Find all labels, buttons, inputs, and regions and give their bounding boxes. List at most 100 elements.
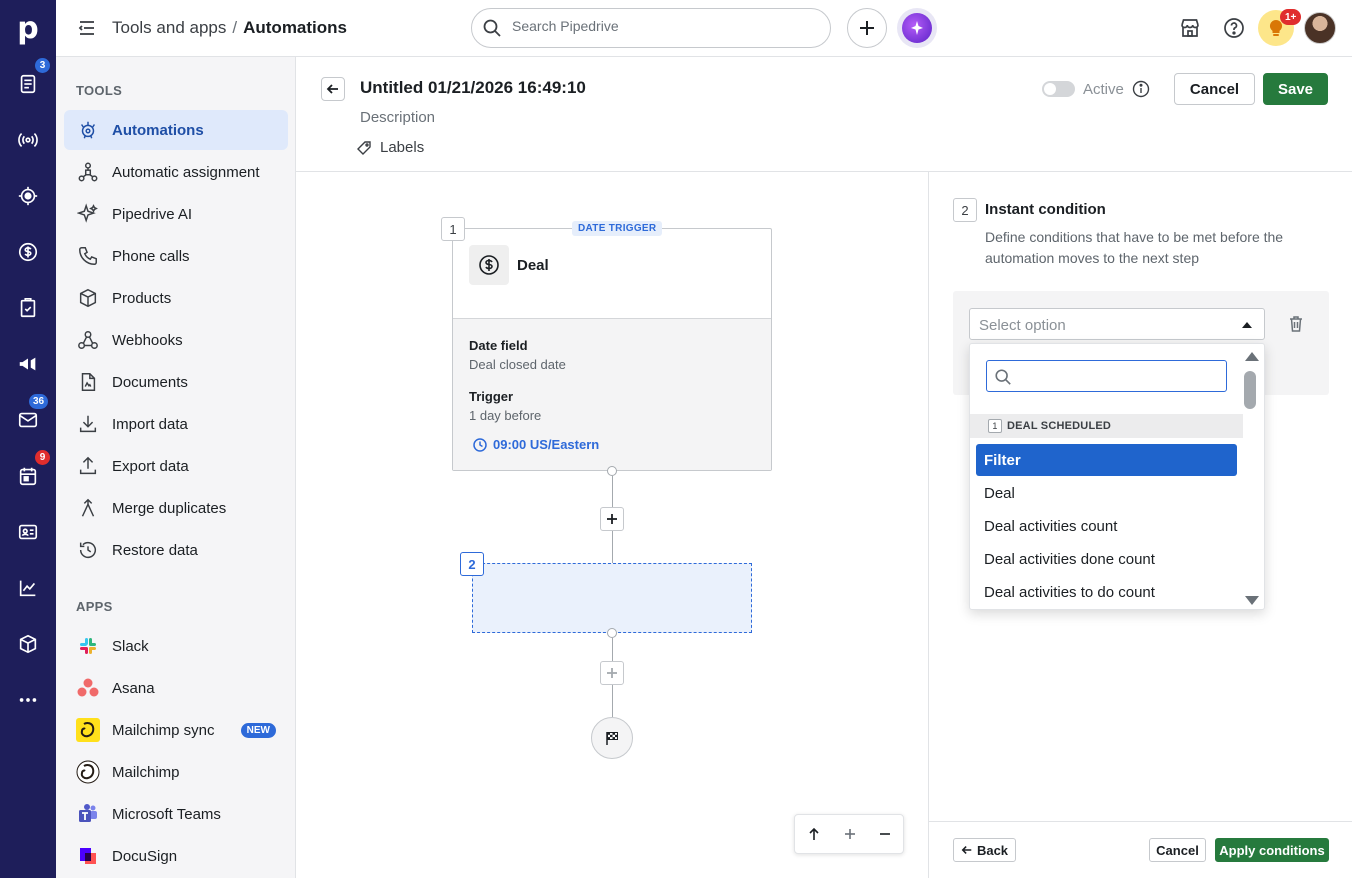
ai-sparkle-icon: [902, 13, 932, 43]
active-toggle[interactable]: [1042, 81, 1075, 97]
sidebar-item-asana[interactable]: Asana: [64, 668, 288, 708]
sidebar-item-label: Export data: [112, 457, 189, 475]
sidebar-item-webhooks[interactable]: Webhooks: [64, 320, 288, 360]
add-step-button[interactable]: [600, 507, 624, 531]
sidebar-item-label: Microsoft Teams: [112, 805, 221, 823]
group-label: DEAL SCHEDULED: [1007, 420, 1112, 432]
mail-badge: 36: [29, 394, 49, 409]
breadcrumb: Tools and apps / Automations: [112, 18, 347, 38]
dropdown-option[interactable]: Filter: [976, 444, 1237, 476]
dropdown-option[interactable]: Deal activities done count: [976, 543, 1237, 575]
quick-add-button[interactable]: [847, 8, 887, 48]
scroll-down-icon[interactable]: [1245, 596, 1259, 605]
sidebar-item-pipedrive-ai[interactable]: Pipedrive AI: [64, 194, 288, 234]
caret-up-icon: [1242, 322, 1252, 328]
sidebar-item-label: Automations: [112, 121, 204, 139]
help-icon[interactable]: [1222, 16, 1246, 40]
sidebar-item-products[interactable]: Products: [64, 278, 288, 318]
zoom-in-icon[interactable]: [844, 828, 856, 840]
marketplace-icon[interactable]: [1178, 16, 1202, 40]
trigger-details: Date field Deal closed date Trigger 1 da…: [453, 318, 771, 470]
apply-conditions-button[interactable]: Apply conditions: [1215, 838, 1329, 862]
automation-description[interactable]: Description: [360, 109, 435, 126]
dropdown-search-input[interactable]: [986, 360, 1227, 392]
date-trigger-badge: DATE TRIGGER: [572, 221, 663, 236]
ai-sparkle-icon: [76, 202, 100, 226]
sidebar-item-label: Merge duplicates: [112, 499, 227, 517]
sidebar-item-automations[interactable]: Automations: [64, 110, 288, 150]
labels-button[interactable]: Labels: [356, 139, 424, 156]
more-icon[interactable]: [0, 672, 56, 728]
dropdown-option[interactable]: Deal: [976, 477, 1237, 509]
panel-description: Define conditions that have to be met be…: [985, 229, 1284, 266]
breadcrumb-parent[interactable]: Tools and apps: [112, 18, 226, 37]
deals-icon[interactable]: [0, 224, 56, 280]
contacts-icon[interactable]: [0, 504, 56, 560]
automation-canvas[interactable]: DATE TRIGGER Deal Date field Deal closed…: [296, 172, 928, 878]
tasks-icon[interactable]: [0, 280, 56, 336]
panel-cancel-button[interactable]: Cancel: [1149, 838, 1206, 862]
search-icon: [483, 19, 501, 37]
global-search[interactable]: [471, 8, 831, 48]
sidebar-item-microsoft-teams[interactable]: Microsoft Teams: [64, 794, 288, 834]
zoom-out-icon[interactable]: [879, 828, 891, 840]
collapse-menu-icon[interactable]: [78, 18, 98, 38]
sidebar-item-mailchimp-sync[interactable]: Mailchimp sync NEW: [64, 710, 288, 750]
save-button[interactable]: Save: [1263, 73, 1328, 105]
condition-node-placeholder[interactable]: [472, 563, 752, 633]
sidebar-item-automatic-assignment[interactable]: Automatic assignment: [64, 152, 288, 192]
plus-icon: [607, 668, 617, 678]
pipedrive-logo[interactable]: p: [0, 6, 56, 50]
restore-icon: [76, 538, 100, 562]
sidebar-item-mailchimp[interactable]: Mailchimp: [64, 752, 288, 792]
condition-select[interactable]: Select option: [969, 308, 1265, 340]
sidebar-item-label: Asana: [112, 679, 155, 697]
target-icon[interactable]: [0, 168, 56, 224]
add-step-button[interactable]: [600, 661, 624, 685]
tips-badge: 1+: [1280, 9, 1302, 25]
sidebar-item-export-data[interactable]: Export data: [64, 446, 288, 486]
sidebar-item-label: Restore data: [112, 541, 198, 559]
sidebar-item-slack[interactable]: Slack: [64, 626, 288, 666]
calendar-badge: 9: [35, 450, 50, 465]
campaigns-icon[interactable]: [0, 336, 56, 392]
sidebar-item-import-data[interactable]: Import data: [64, 404, 288, 444]
broadcast-icon[interactable]: [0, 112, 56, 168]
scroll-up-icon[interactable]: [1245, 352, 1259, 361]
mailchimp-icon: [76, 760, 100, 784]
dropdown-scrollbar[interactable]: [1242, 344, 1264, 609]
webhooks-icon: [76, 328, 100, 352]
step-number-1: 1: [441, 217, 465, 241]
cancel-button[interactable]: Cancel: [1174, 73, 1255, 105]
dropdown-option[interactable]: Deal activities to do count: [976, 576, 1237, 608]
connector-dot: [607, 628, 617, 638]
top-bar: Tools and apps / Automations 1+: [56, 0, 1352, 57]
end-node: [591, 717, 633, 759]
trash-icon[interactable]: [1286, 314, 1306, 334]
scroll-thumb[interactable]: [1244, 371, 1256, 409]
sidebar-item-label: Pipedrive AI: [112, 205, 193, 223]
trigger-node[interactable]: DATE TRIGGER Deal Date field Deal closed…: [452, 221, 772, 471]
back-button[interactable]: [321, 77, 345, 101]
finish-flag-icon: [606, 732, 618, 745]
connector-line: [612, 531, 613, 563]
insights-icon[interactable]: [0, 560, 56, 616]
sidebar-item-phone-calls[interactable]: Phone calls: [64, 236, 288, 276]
automation-header: Untitled 01/21/2026 16:49:10 Description…: [296, 57, 1352, 172]
sidebar-item-label: Webhooks: [112, 331, 183, 349]
sidebar-item-docusign[interactable]: DocuSign: [64, 836, 288, 876]
user-avatar[interactable]: [1304, 12, 1336, 44]
sidebar-item-documents[interactable]: Documents: [64, 362, 288, 402]
panel-back-button[interactable]: Back: [953, 838, 1016, 862]
dropdown-option[interactable]: Deal activities count: [976, 510, 1237, 542]
automation-title[interactable]: Untitled 01/21/2026 16:49:10: [360, 78, 586, 98]
sidebar-item-merge-duplicates[interactable]: Merge duplicates: [64, 488, 288, 528]
search-input[interactable]: [512, 18, 812, 34]
info-icon[interactable]: [1132, 80, 1150, 98]
ai-assistant-button[interactable]: [897, 8, 937, 48]
trigger-time-text: 09:00 US/Eastern: [493, 437, 600, 452]
arrow-up-icon[interactable]: [807, 827, 821, 841]
products-icon[interactable]: [0, 616, 56, 672]
sidebar-item-restore-data[interactable]: Restore data: [64, 530, 288, 570]
merge-icon: [76, 496, 100, 520]
